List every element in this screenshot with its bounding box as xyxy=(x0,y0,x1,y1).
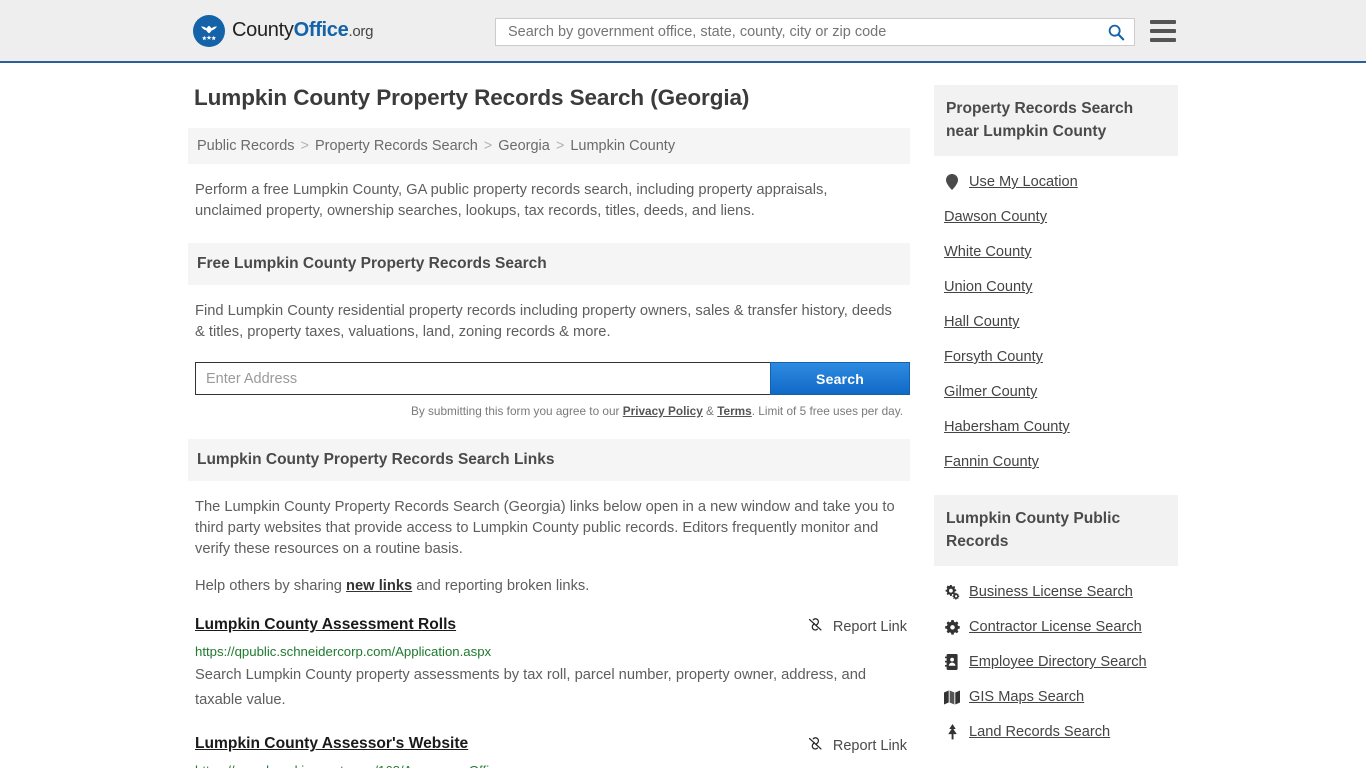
sidebar-item-habersham-county[interactable]: Habersham County xyxy=(944,409,1178,444)
sidebar-item-use-my-location[interactable]: Use My Location xyxy=(944,164,1178,199)
menu-bar-3 xyxy=(1150,38,1176,42)
form-disclaimer: By submitting this form you agree to our… xyxy=(188,404,903,418)
site-logo[interactable]: CountyOffice.org xyxy=(193,14,373,47)
sidebar-item-union-county[interactable]: Union County xyxy=(944,269,1178,304)
sidebar-panel-nearby: Property Records Search near Lumpkin Cou… xyxy=(934,85,1178,479)
sidebar-item-label[interactable]: Employee Directory Search xyxy=(969,654,1147,670)
menu-icon[interactable] xyxy=(1150,20,1176,42)
sidebar-item-label[interactable]: Use My Location xyxy=(969,174,1078,190)
free-search-heading: Free Lumpkin County Property Records Sea… xyxy=(188,243,910,285)
sidebar-item-label[interactable]: GIS Maps Search xyxy=(969,689,1084,705)
land-icon xyxy=(944,724,960,740)
search-button[interactable]: Search xyxy=(770,362,910,395)
cog-icon xyxy=(944,619,960,635)
sidebar-item-land-records-search[interactable]: Land Records Search xyxy=(944,714,1178,749)
cogs-icon xyxy=(944,584,960,600)
search-icon[interactable] xyxy=(1106,22,1126,42)
search-input[interactable] xyxy=(506,23,1106,41)
breadcrumb-separator: > xyxy=(483,138,493,154)
sidebar-item-label[interactable]: Habersham County xyxy=(944,419,1070,435)
report-link-button[interactable]: Report Link xyxy=(807,735,907,756)
link-result-url: https://www.lumpkincounty.gov/168/Assess… xyxy=(195,763,910,768)
sidebar-item-label[interactable]: White County xyxy=(944,244,1032,260)
help-prefix: Help others by sharing xyxy=(195,578,347,594)
sidebar-item-label[interactable]: Dawson County xyxy=(944,209,1047,225)
menu-bar-1 xyxy=(1150,20,1176,24)
new-links-link[interactable]: new links xyxy=(346,578,412,594)
links-section-description: The Lumpkin County Property Records Sear… xyxy=(195,499,895,557)
sidebar-public-records-heading: Lumpkin County Public Records xyxy=(934,495,1178,566)
sidebar-item-employee-directory-search[interactable]: Employee Directory Search xyxy=(944,644,1178,679)
privacy-policy-link[interactable]: Privacy Policy xyxy=(623,404,703,418)
sidebar-item-label[interactable]: Contractor License Search xyxy=(969,619,1142,635)
breadcrumb: Public Records > Property Records Search… xyxy=(188,128,910,164)
link-result-description: Search Lumpkin County property assessmen… xyxy=(195,667,867,708)
link-result-url: https://qpublic.schneidercorp.com/Applic… xyxy=(195,644,492,659)
report-link-label: Report Link xyxy=(832,618,907,635)
map-pin-icon xyxy=(944,174,960,190)
header-search-bar[interactable] xyxy=(495,18,1135,46)
sidebar-panel-public-records: Lumpkin County Public Records Business L… xyxy=(934,495,1178,749)
link-result-header: Lumpkin County Assessor's Website Report… xyxy=(195,735,910,756)
sidebar-item-gilmer-county[interactable]: Gilmer County xyxy=(944,374,1178,409)
breadcrumb-item-lumpkin-county[interactable]: Lumpkin County xyxy=(570,138,675,154)
sidebar-item-label[interactable]: Fannin County xyxy=(944,454,1039,470)
help-others-text: Help others by sharing new links and rep… xyxy=(195,578,910,594)
sidebar: Property Records Search near Lumpkin Cou… xyxy=(934,85,1178,768)
breadcrumb-item-public-records[interactable]: Public Records xyxy=(197,138,295,154)
sidebar-item-hall-county[interactable]: Hall County xyxy=(944,304,1178,339)
sidebar-item-gis-maps-search[interactable]: GIS Maps Search xyxy=(944,679,1178,714)
free-search-description: Find Lumpkin County residential property… xyxy=(195,303,892,340)
help-suffix: and reporting broken links. xyxy=(412,578,590,594)
address-book-icon xyxy=(944,654,960,670)
sidebar-item-label[interactable]: Union County xyxy=(944,279,1032,295)
broken-link-icon xyxy=(807,735,824,756)
terms-link[interactable]: Terms xyxy=(717,404,752,418)
logo-text-county: County xyxy=(232,19,294,41)
sidebar-nearby-heading: Property Records Search near Lumpkin Cou… xyxy=(934,85,1178,156)
logo-text-office: Office xyxy=(293,19,349,41)
breadcrumb-separator: > xyxy=(555,138,565,154)
sidebar-item-label[interactable]: Hall County xyxy=(944,314,1019,330)
link-result: Lumpkin County Assessment Rolls Report L… xyxy=(195,616,910,713)
logo-wordmark: CountyOffice.org xyxy=(232,19,373,42)
page-intro-text: Perform a free Lumpkin County, GA public… xyxy=(195,182,828,219)
main-content: Lumpkin County Property Records Search (… xyxy=(188,85,910,768)
breadcrumb-item-georgia[interactable]: Georgia xyxy=(498,138,550,154)
disclaimer-amp: & xyxy=(702,404,718,418)
link-result-title[interactable]: Lumpkin County Assessor's Website xyxy=(195,735,468,753)
sidebar-item-label[interactable]: Forsyth County xyxy=(944,349,1043,365)
disclaimer-suffix: . Limit of 5 free uses per day. xyxy=(751,404,903,418)
report-link-label: Report Link xyxy=(832,737,907,754)
disclaimer-prefix: By submitting this form you agree to our xyxy=(410,404,623,418)
report-link-button[interactable]: Report Link xyxy=(807,616,907,637)
sidebar-item-business-license-search[interactable]: Business License Search xyxy=(944,574,1178,609)
sidebar-item-contractor-license-search[interactable]: Contractor License Search xyxy=(944,609,1178,644)
sidebar-item-label[interactable]: Gilmer County xyxy=(944,384,1037,400)
broken-link-icon xyxy=(807,616,824,637)
page-title: Lumpkin County Property Records Search (… xyxy=(194,85,750,110)
links-section-heading: Lumpkin County Property Records Search L… xyxy=(188,439,910,481)
eagle-logo-icon xyxy=(193,14,225,47)
sidebar-public-records-list: Business License Search Contractor Licen… xyxy=(934,566,1178,749)
link-result: Lumpkin County Assessor's Website Report… xyxy=(195,735,910,768)
breadcrumb-separator: > xyxy=(300,138,309,154)
address-search-form: Search xyxy=(195,362,910,395)
link-result-title[interactable]: Lumpkin County Assessment Rolls xyxy=(195,616,456,634)
logo-text-org: .org xyxy=(348,23,374,40)
sidebar-nearby-list: Use My Location Dawson County White Coun… xyxy=(934,156,1178,479)
sidebar-item-fannin-county[interactable]: Fannin County xyxy=(944,444,1178,479)
sidebar-item-forsyth-county[interactable]: Forsyth County xyxy=(944,339,1178,374)
sidebar-item-label[interactable]: Business License Search xyxy=(969,584,1133,600)
sidebar-item-label[interactable]: Land Records Search xyxy=(969,724,1110,740)
address-input[interactable] xyxy=(195,362,770,395)
breadcrumb-item-property-records-search[interactable]: Property Records Search xyxy=(315,138,478,154)
page-body: Lumpkin County Property Records Search (… xyxy=(0,63,1366,768)
menu-bar-2 xyxy=(1150,29,1176,33)
link-result-header: Lumpkin County Assessment Rolls Report L… xyxy=(195,616,910,637)
map-icon xyxy=(944,689,960,705)
site-header: CountyOffice.org xyxy=(0,0,1366,63)
sidebar-item-dawson-county[interactable]: Dawson County xyxy=(944,199,1178,234)
sidebar-item-white-county[interactable]: White County xyxy=(944,234,1178,269)
